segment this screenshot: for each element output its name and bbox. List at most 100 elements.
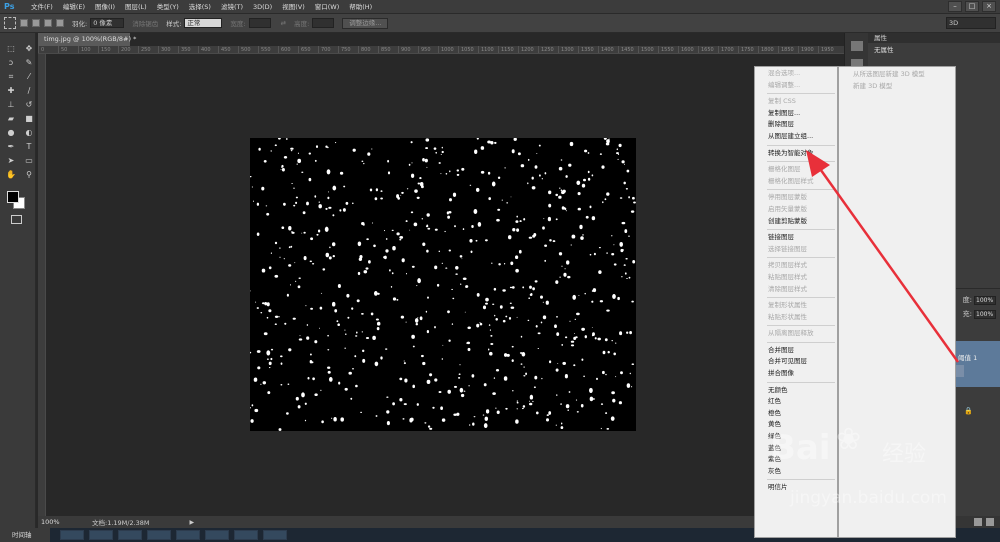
lasso-tool-icon[interactable]: ↄ	[5, 57, 17, 68]
speckle	[288, 246, 291, 249]
menu-item[interactable]: 帮助(H)	[344, 0, 377, 14]
eraser-tool-icon[interactable]: ▰	[5, 113, 17, 124]
taskbar-app-icon[interactable]	[205, 530, 229, 540]
minimize-button[interactable]: –	[948, 1, 962, 12]
pen-tool-icon[interactable]: ✒	[5, 141, 17, 152]
taskbar-app-icon[interactable]	[89, 530, 113, 540]
context-menu-item[interactable]: 灰色	[755, 466, 837, 478]
fill-input[interactable]: 100%	[974, 309, 996, 319]
history-panel-icon[interactable]	[851, 41, 863, 51]
add-selection-icon[interactable]	[32, 19, 40, 27]
taskbar-app-icon[interactable]	[263, 530, 287, 540]
speckle	[577, 192, 581, 196]
marquee-tool-preset-icon[interactable]	[4, 17, 16, 29]
intersect-selection-icon[interactable]	[56, 19, 64, 27]
taskbar-app-icon[interactable]	[176, 530, 200, 540]
type-tool-icon[interactable]: T	[23, 141, 35, 152]
feather-input[interactable]: 0 像素	[90, 18, 125, 28]
speckle	[425, 225, 429, 228]
image-canvas[interactable]	[250, 138, 636, 431]
healing-brush-tool-icon[interactable]: ✚	[5, 85, 17, 96]
close-button[interactable]: ×	[982, 1, 996, 12]
context-menu-item[interactable]: 合并可见图层	[755, 356, 837, 368]
eyedropper-tool-icon[interactable]: ⁄	[23, 71, 35, 82]
hand-tool-icon[interactable]: ✋	[5, 169, 17, 180]
menu-item[interactable]: 3D(D)	[248, 0, 277, 14]
context-menu-item[interactable]: 黄色	[755, 419, 837, 431]
speckle	[455, 265, 459, 270]
history-brush-tool-icon[interactable]: ↺	[23, 99, 35, 110]
speckle	[438, 162, 441, 164]
context-menu-item[interactable]: 拼合图像	[755, 368, 837, 380]
menu-item[interactable]: 图层(L)	[120, 0, 152, 14]
context-menu-item[interactable]: 绿色	[755, 431, 837, 443]
swap-icon[interactable]: ⇄	[281, 19, 286, 27]
context-menu-item[interactable]: 红色	[755, 396, 837, 408]
clone-stamp-tool-icon[interactable]: ⊥	[5, 99, 17, 110]
context-menu-item[interactable]: 橙色	[755, 408, 837, 420]
status-menu-arrow-icon[interactable]: ▶	[190, 519, 195, 526]
marquee-tool-icon[interactable]: ⬚	[5, 43, 17, 54]
quick-mask-icon[interactable]	[11, 215, 22, 224]
speckle	[580, 403, 584, 408]
zoom-tool-icon[interactable]: ⚲	[23, 169, 35, 180]
zoom-level[interactable]: 100%	[38, 518, 60, 526]
blur-tool-icon[interactable]: ●	[5, 127, 17, 138]
width-input[interactable]	[248, 18, 271, 28]
context-menu-item[interactable]: 合并图层	[755, 345, 837, 357]
speckle	[280, 169, 282, 171]
menu-item[interactable]: 视图(V)	[277, 0, 310, 14]
context-menu-item[interactable]: 无颜色	[755, 385, 837, 397]
menu-item[interactable]: 编辑(E)	[58, 0, 90, 14]
taskbar-app-icon[interactable]	[147, 530, 171, 540]
menu-item[interactable]: 类型(Y)	[152, 0, 184, 14]
path-selection-tool-icon[interactable]: ➤	[5, 155, 17, 166]
rectangle-tool-icon[interactable]: ▭	[23, 155, 35, 166]
submenu-item: 新建 3D 模型	[853, 82, 893, 90]
menu-item[interactable]: 滤镜(T)	[216, 0, 248, 14]
move-tool-icon[interactable]: ✥	[23, 43, 35, 54]
antialias-checkbox[interactable]: 消除锯齿	[132, 18, 158, 28]
menu-item[interactable]: 图像(I)	[90, 0, 120, 14]
context-menu-item[interactable]: 从图层建立组...	[755, 131, 837, 143]
opacity-input[interactable]: 100%	[974, 295, 996, 305]
foreground-color-swatch[interactable]	[7, 191, 19, 203]
dodge-tool-icon[interactable]: ◐	[23, 127, 35, 138]
context-menu-item[interactable]: 删除图层	[755, 119, 837, 131]
context-menu-item[interactable]: 转换为智能对象	[755, 148, 837, 160]
context-menu-item[interactable]: 链接图层	[755, 232, 837, 244]
crop-tool-icon[interactable]: ⌗	[5, 71, 17, 82]
style-select[interactable]: 正常	[184, 18, 223, 28]
taskbar-app-icon[interactable]	[234, 530, 258, 540]
speckle	[458, 373, 461, 376]
height-input[interactable]	[312, 18, 335, 28]
menu-item[interactable]: 窗口(W)	[310, 0, 345, 14]
subtract-selection-icon[interactable]	[44, 19, 52, 27]
context-menu-item[interactable]: 明信片	[755, 482, 837, 494]
gradient-tool-icon[interactable]: ■	[23, 113, 35, 124]
speckle	[484, 416, 489, 421]
quick-select-tool-icon[interactable]: ✎	[23, 57, 35, 68]
new-selection-icon[interactable]	[20, 19, 28, 27]
properties-panel-tab[interactable]: 属性	[868, 33, 1000, 43]
maximize-button[interactable]: □	[965, 1, 979, 12]
speckle	[391, 229, 394, 232]
speckle	[475, 187, 480, 192]
taskbar-app-icon[interactable]	[118, 530, 142, 540]
speckle	[522, 286, 525, 289]
context-menu-item[interactable]: 蓝色	[755, 443, 837, 455]
new-layer-icon[interactable]	[974, 518, 982, 526]
context-menu-item[interactable]: 复制图层...	[755, 108, 837, 120]
menu-item[interactable]: 选择(S)	[184, 0, 216, 14]
context-menu-item[interactable]: 紫色	[755, 454, 837, 466]
context-menu-item[interactable]: 创建剪贴蒙版	[755, 216, 837, 228]
document-tab[interactable]: timg.jpg @ 100%(RGB/8#) *	[38, 33, 136, 46]
workspace-select[interactable]: 3D	[946, 17, 996, 29]
brush-tool-icon[interactable]: ∕	[23, 85, 35, 96]
delete-layer-icon[interactable]	[986, 518, 994, 526]
layer-name[interactable]: 阈值 1	[958, 352, 977, 362]
taskbar-app-icon[interactable]	[60, 530, 84, 540]
refine-edge-button[interactable]: 调整边缘...	[342, 17, 389, 29]
timeline-tab[interactable]: 时间轴	[0, 528, 50, 542]
menu-item[interactable]: 文件(F)	[26, 0, 58, 14]
